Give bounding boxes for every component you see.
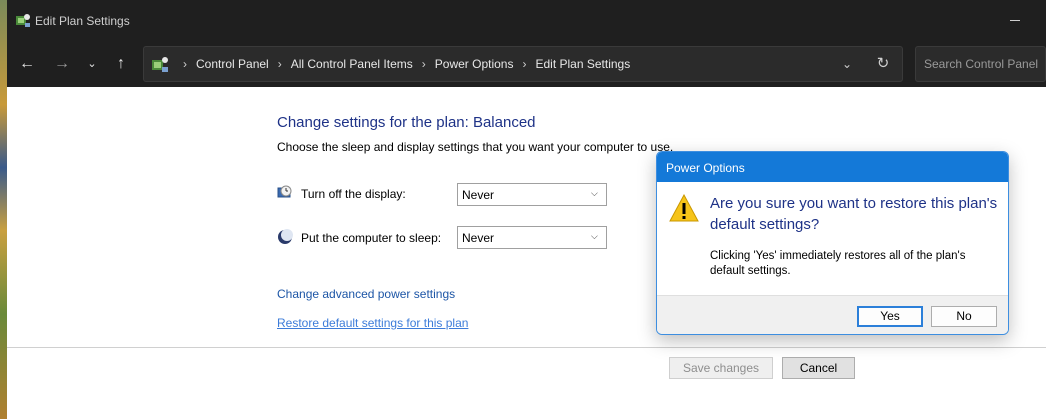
chevron-down-icon: ⌵ [591, 231, 598, 241]
arrow-up-icon: ↑ [117, 55, 125, 72]
breadcrumb-edit-plan[interactable]: Edit Plan Settings [535, 57, 630, 71]
desktop-wallpaper [0, 0, 7, 419]
no-button[interactable]: No [931, 306, 997, 327]
warning-icon [669, 194, 699, 222]
title-bar: Edit Plan Settings [7, 0, 1046, 42]
sleep-timeout-value: Never [462, 231, 495, 245]
restore-defaults-dialog: Power Options Are you sure you want to r… [656, 151, 1009, 335]
page-description: Choose the sleep and display settings th… [277, 140, 674, 154]
address-history-button[interactable]: ⌄ [838, 55, 856, 73]
breadcrumb-control-panel[interactable]: Control Panel [196, 57, 269, 71]
breadcrumb-separator: › [183, 57, 187, 71]
breadcrumb-separator[interactable]: › [422, 57, 426, 71]
chevron-down-icon: ⌵ [591, 188, 598, 198]
arrow-right-icon: → [54, 55, 70, 72]
dialog-main-instruction: Are you sure you want to restore this pl… [710, 195, 998, 233]
forward-button[interactable]: → [50, 52, 74, 76]
control-panel-icon [152, 57, 168, 72]
advanced-settings-link[interactable]: Change advanced power settings [277, 287, 455, 301]
breadcrumb-power-options[interactable]: Power Options [435, 57, 514, 71]
navigation-bar: ← → ⌄ ↑ › Control Panel › All Control Pa… [7, 42, 1046, 87]
restore-defaults-link[interactable]: Restore default settings for this plan [277, 316, 468, 330]
dialog-footer: Yes No [657, 295, 1008, 334]
search-input[interactable]: Search Control Panel [915, 46, 1046, 82]
back-button[interactable]: ← [15, 52, 39, 76]
breadcrumb-separator[interactable]: › [522, 57, 526, 71]
yes-button[interactable]: Yes [857, 306, 923, 327]
address-bar[interactable]: › Control Panel › All Control Panel Item… [143, 46, 903, 82]
display-timeout-select[interactable]: Never ⌵ [457, 183, 607, 206]
refresh-button[interactable]: ↻ [874, 55, 892, 73]
window-title: Edit Plan Settings [35, 14, 130, 28]
chevron-down-icon: ⌄ [841, 57, 853, 71]
breadcrumb-all-items[interactable]: All Control Panel Items [291, 57, 413, 71]
search-placeholder: Search Control Panel [924, 57, 1039, 71]
cancel-button[interactable]: Cancel [782, 357, 855, 379]
sleep-timeout-select[interactable]: Never ⌵ [457, 226, 607, 249]
dialog-content: Clicking 'Yes' immediately restores all … [710, 250, 966, 277]
page-title: Change settings for the plan: Balanced [277, 114, 536, 131]
sleep-icon [278, 229, 293, 244]
minimize-button[interactable] [1010, 20, 1020, 21]
chevron-down-icon: ⌄ [87, 58, 97, 70]
display-timeout-value: Never [462, 188, 495, 202]
recent-locations-button[interactable]: ⌄ [80, 52, 104, 76]
sleep-timeout-label: Put the computer to sleep: [301, 231, 442, 245]
display-timeout-label: Turn off the display: [301, 187, 406, 201]
power-options-icon [16, 14, 30, 27]
breadcrumb-separator[interactable]: › [278, 57, 282, 71]
save-changes-button[interactable]: Save changes [669, 357, 773, 379]
dialog-title: Power Options [657, 152, 1008, 182]
display-icon [277, 185, 292, 198]
divider [7, 347, 1046, 348]
refresh-icon: ↻ [876, 55, 890, 72]
up-button[interactable]: ↑ [109, 52, 133, 76]
breadcrumb: › Control Panel › All Control Panel Item… [174, 47, 630, 81]
arrow-left-icon: ← [19, 55, 35, 72]
